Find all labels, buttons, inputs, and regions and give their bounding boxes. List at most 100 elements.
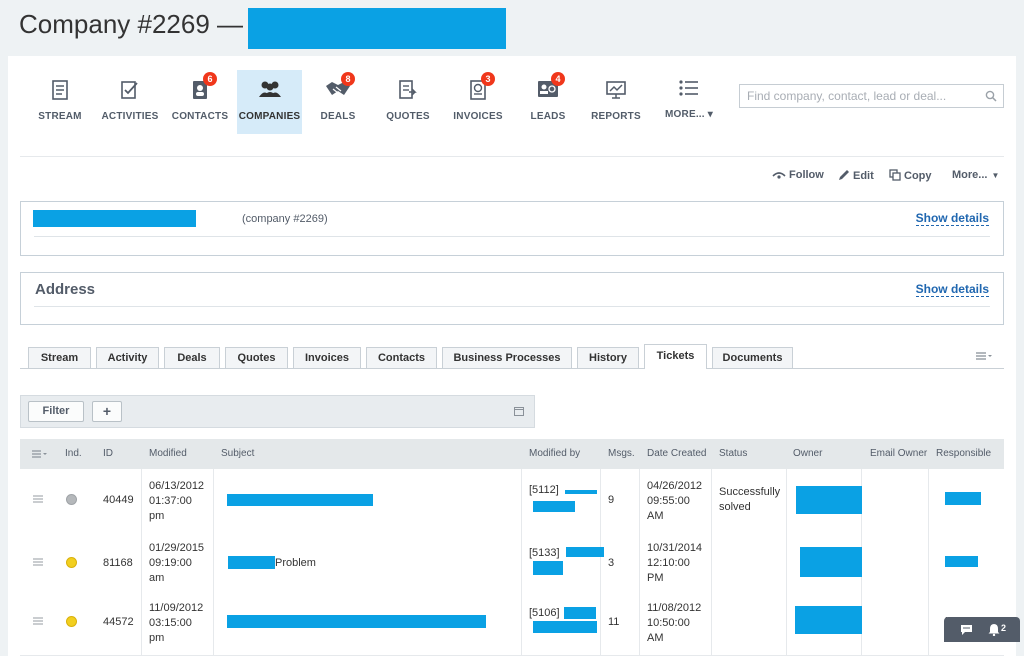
divider (34, 306, 990, 307)
col-date-created[interactable]: Date Created (647, 439, 706, 469)
msgs-count: 11 (608, 616, 620, 628)
grid-header: Ind. ID Modified Subject Modified by Msg… (20, 439, 1004, 469)
modified-date: 06/13/2012 01:37:00 pm (149, 480, 205, 522)
nav-companies[interactable]: COMPANIES (237, 70, 302, 134)
redacted-subject[interactable] (227, 615, 486, 628)
col-responsible[interactable]: Responsible (936, 439, 991, 469)
modified-by[interactable]: [5106] (529, 607, 560, 619)
grid-settings-icon[interactable] (32, 450, 48, 458)
tab-history[interactable]: History (577, 347, 639, 368)
tab-invoices[interactable]: Invoices (293, 347, 361, 368)
col-modified-by[interactable]: Modified by (529, 439, 580, 469)
redacted-name (533, 561, 563, 575)
nav-reports[interactable]: REPORTS (584, 70, 648, 134)
tabs-settings-icon[interactable] (975, 350, 993, 364)
global-search (739, 84, 1004, 108)
ticket-subject[interactable]: Problem (275, 557, 316, 569)
redacted-subject[interactable] (228, 556, 275, 569)
nav-quotes[interactable]: QUOTES (376, 70, 440, 134)
tab-contacts[interactable]: Contacts (366, 347, 437, 368)
nav-deals[interactable]: 8 DEALS (306, 70, 370, 134)
nav-label: LEADS (530, 111, 566, 122)
col-ind[interactable]: Ind. (65, 439, 82, 469)
col-id[interactable]: ID (103, 439, 113, 469)
msgs-count: 3 (608, 557, 615, 569)
tab-activity[interactable]: Activity (96, 347, 159, 368)
nav-contacts[interactable]: 6 CONTACTS (168, 70, 232, 134)
redacted-responsible (945, 492, 981, 505)
show-details-link[interactable]: Show details (915, 212, 989, 226)
redacted-subject[interactable] (227, 494, 373, 506)
ticket-id: 81168 (103, 557, 133, 569)
ticket-status: Successfully solved (719, 486, 781, 513)
divider (20, 156, 1004, 157)
modified-date: 11/09/2012 03:15:00 pm (149, 602, 204, 644)
stream-icon (52, 80, 68, 100)
address-title: Address (35, 281, 96, 298)
nav-stream[interactable]: STREAM (28, 70, 92, 134)
redacted-responsible (945, 556, 978, 567)
more-actions-button[interactable]: More... ▼ (952, 169, 999, 181)
address-section: Address Show details (20, 272, 1004, 325)
tab-business-processes[interactable]: Business Processes (442, 347, 572, 368)
msgs-count: 9 (608, 494, 615, 506)
table-row[interactable]: 40449 06/13/2012 01:37:00 pm [5112] 9 04/2… (20, 469, 1004, 532)
col-status[interactable]: Status (719, 439, 747, 469)
nav-invoices[interactable]: 3 INVOICES (446, 70, 510, 134)
collapse-icon[interactable] (514, 407, 524, 416)
activities-icon (121, 81, 138, 99)
redacted-name (533, 501, 575, 512)
col-subject[interactable]: Subject (221, 439, 254, 469)
filter-button[interactable]: Filter (28, 401, 84, 422)
tab-tickets[interactable]: Tickets (644, 344, 707, 369)
modified-by[interactable]: [5112] (529, 484, 559, 496)
nav-activities[interactable]: ACTIVITIES (98, 70, 162, 134)
copy-icon (889, 169, 901, 181)
more-label: More... (952, 169, 988, 181)
date-created: 10/31/2014 12:10:00 PM (647, 542, 703, 584)
nav-label: REPORTS (591, 111, 641, 122)
col-msgs[interactable]: Msgs. (608, 439, 635, 469)
chevron-down-icon: ▼ (991, 171, 1000, 180)
status-indicator (66, 616, 77, 627)
nav-label: STREAM (38, 111, 82, 122)
search-icon[interactable] (985, 90, 997, 102)
tab-deals[interactable]: Deals (164, 347, 220, 368)
row-menu-icon[interactable] (33, 495, 43, 503)
row-menu-icon[interactable] (33, 617, 43, 625)
nav-label: ACTIVITIES (101, 111, 159, 122)
edit-icon (839, 170, 849, 180)
table-row[interactable]: 44572 11/09/2012 03:15:00 pm [5106] 11 11/… (20, 593, 1004, 656)
redacted-owner (795, 606, 862, 634)
tab-quotes[interactable]: Quotes (225, 347, 288, 368)
col-email-owner[interactable]: Email Owner (870, 439, 927, 469)
redacted-name (564, 607, 596, 619)
chat-icon[interactable] (960, 624, 973, 636)
tab-documents[interactable]: Documents (712, 347, 793, 368)
nav-more[interactable]: MORE... ▾ (654, 70, 724, 134)
company-id-label: (company #2269) (242, 213, 328, 225)
nav-label: CONTACTS (171, 111, 229, 122)
copy-label: Copy (904, 170, 932, 182)
nav-leads[interactable]: 4 LEADS (516, 70, 580, 134)
follow-button[interactable]: Follow (772, 169, 824, 181)
notification-count: 2 (1001, 623, 1007, 633)
search-input[interactable] (740, 85, 989, 107)
date-created: 11/08/2012 10:50:00 AM (647, 602, 702, 644)
status-indicator (66, 494, 77, 505)
companies-icon (258, 81, 281, 97)
bottom-toolbar: 2 (944, 617, 1020, 642)
address-show-details-link[interactable]: Show details (915, 283, 989, 297)
modified-by[interactable]: [5133] (529, 547, 560, 559)
tab-stream[interactable]: Stream (28, 347, 91, 368)
main-panel: STREAM ACTIVITIES 6 CONTACTS COMPANIES 8… (8, 56, 1016, 656)
add-button[interactable]: + (92, 401, 122, 422)
row-menu-icon[interactable] (33, 558, 43, 566)
col-owner[interactable]: Owner (793, 439, 822, 469)
edit-button[interactable]: Edit (838, 169, 874, 182)
bell-icon[interactable] (988, 623, 1000, 636)
edit-label: Edit (853, 170, 874, 182)
table-row[interactable]: 81168 01/29/2015 09:19:00 am Problem [5133… (20, 531, 1004, 594)
col-modified[interactable]: Modified (149, 439, 187, 469)
copy-button[interactable]: Copy (889, 169, 932, 182)
